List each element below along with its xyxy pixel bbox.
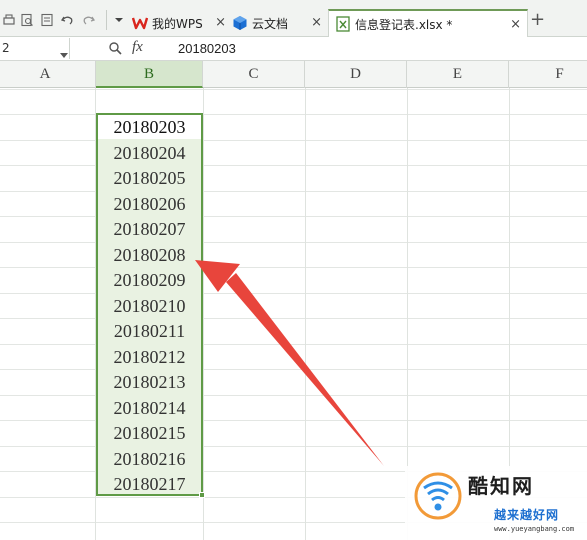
- tab-bar: 我的WPS × 云文档 × 信息登记表.xlsx * × +: [0, 0, 587, 37]
- cell-b2[interactable]: 20180203: [98, 114, 201, 139]
- column-header-b[interactable]: B: [96, 61, 203, 88]
- gridline: [0, 446, 587, 447]
- watermark-url: www.yueyangbang.com: [494, 525, 575, 533]
- tab-close-icon[interactable]: ×: [311, 16, 322, 29]
- gridline: [0, 344, 587, 345]
- formula-input[interactable]: 20180203: [178, 41, 236, 56]
- column-header-a[interactable]: A: [0, 61, 96, 88]
- cell-b15[interactable]: 20180216: [98, 446, 201, 471]
- chevron-down-icon[interactable]: [112, 13, 126, 27]
- export-pdf-icon[interactable]: [40, 13, 54, 27]
- cloud-doc-icon: [232, 15, 248, 31]
- wps-logo-icon: [132, 15, 148, 31]
- zoom-lookup-icon[interactable]: [108, 41, 122, 59]
- undo-icon[interactable]: [60, 13, 74, 27]
- gridline: [0, 140, 587, 141]
- column-header-row: A B C D E F: [0, 61, 587, 88]
- spreadsheet-app: 我的WPS × 云文档 × 信息登记表.xlsx * × + 2 fx 2018…: [0, 0, 587, 540]
- cell-b13[interactable]: 20180214: [98, 395, 201, 420]
- watermark-subtitle: 越来越好网: [494, 508, 560, 522]
- new-tab-button[interactable]: +: [530, 11, 545, 29]
- tab-my-wps[interactable]: 我的WPS ×: [132, 9, 232, 37]
- cell-b5[interactable]: 20180206: [98, 191, 201, 216]
- formula-bar: 2: [0, 37, 587, 61]
- tab-label: 云文档: [252, 16, 289, 31]
- gridline: [0, 318, 587, 319]
- gridline: [0, 420, 587, 421]
- cell-b10[interactable]: 20180211: [98, 318, 201, 343]
- column-header-e[interactable]: E: [407, 61, 509, 88]
- watermark-title: 酷知网: [468, 474, 534, 498]
- cell-b6[interactable]: 20180207: [98, 216, 201, 241]
- redo-icon[interactable]: [82, 13, 96, 27]
- gridline: [203, 88, 204, 540]
- fx-insert-function-button[interactable]: fx: [132, 39, 143, 56]
- gridline: [305, 88, 306, 540]
- tab-close-icon[interactable]: ×: [510, 18, 521, 31]
- gridline: [0, 114, 587, 115]
- gridline: [0, 395, 587, 396]
- watermark-logo-icon: [414, 472, 462, 520]
- cell-b14[interactable]: 20180215: [98, 420, 201, 445]
- tab-close-icon[interactable]: ×: [215, 16, 226, 29]
- column-header-f[interactable]: F: [509, 61, 587, 88]
- print-icon[interactable]: [2, 13, 16, 27]
- gridline: [0, 267, 587, 268]
- cell-b11[interactable]: 20180212: [98, 344, 201, 369]
- spreadsheet-icon: [335, 16, 351, 32]
- fill-handle[interactable]: [199, 492, 205, 498]
- gridline: [0, 369, 587, 370]
- column-header-d[interactable]: D: [305, 61, 407, 88]
- tab-label: 信息登记表.xlsx *: [355, 17, 453, 32]
- name-box-value: 2: [2, 41, 10, 55]
- cell-b12[interactable]: 20180213: [98, 369, 201, 394]
- column-header-c[interactable]: C: [203, 61, 305, 88]
- gridline: [0, 165, 587, 166]
- gridline: [0, 242, 587, 243]
- gridline: [0, 89, 587, 90]
- cell-b7[interactable]: 20180208: [98, 242, 201, 267]
- cell-b16[interactable]: 20180217: [98, 471, 201, 496]
- cell-b8[interactable]: 20180209: [98, 267, 201, 292]
- tab-active-workbook[interactable]: 信息登记表.xlsx * ×: [328, 9, 528, 37]
- cell-b9[interactable]: 20180210: [98, 293, 201, 318]
- tab-cloud-docs[interactable]: 云文档 ×: [232, 9, 328, 37]
- cell-b3[interactable]: 20180204: [98, 140, 201, 165]
- toolbar-separator: [106, 10, 107, 30]
- gridline: [0, 216, 587, 217]
- tab-label: 我的WPS: [152, 16, 203, 31]
- gridline: [0, 293, 587, 294]
- cell-b4[interactable]: 20180205: [98, 165, 201, 190]
- print-preview-icon[interactable]: [20, 13, 34, 27]
- gridline: [0, 191, 587, 192]
